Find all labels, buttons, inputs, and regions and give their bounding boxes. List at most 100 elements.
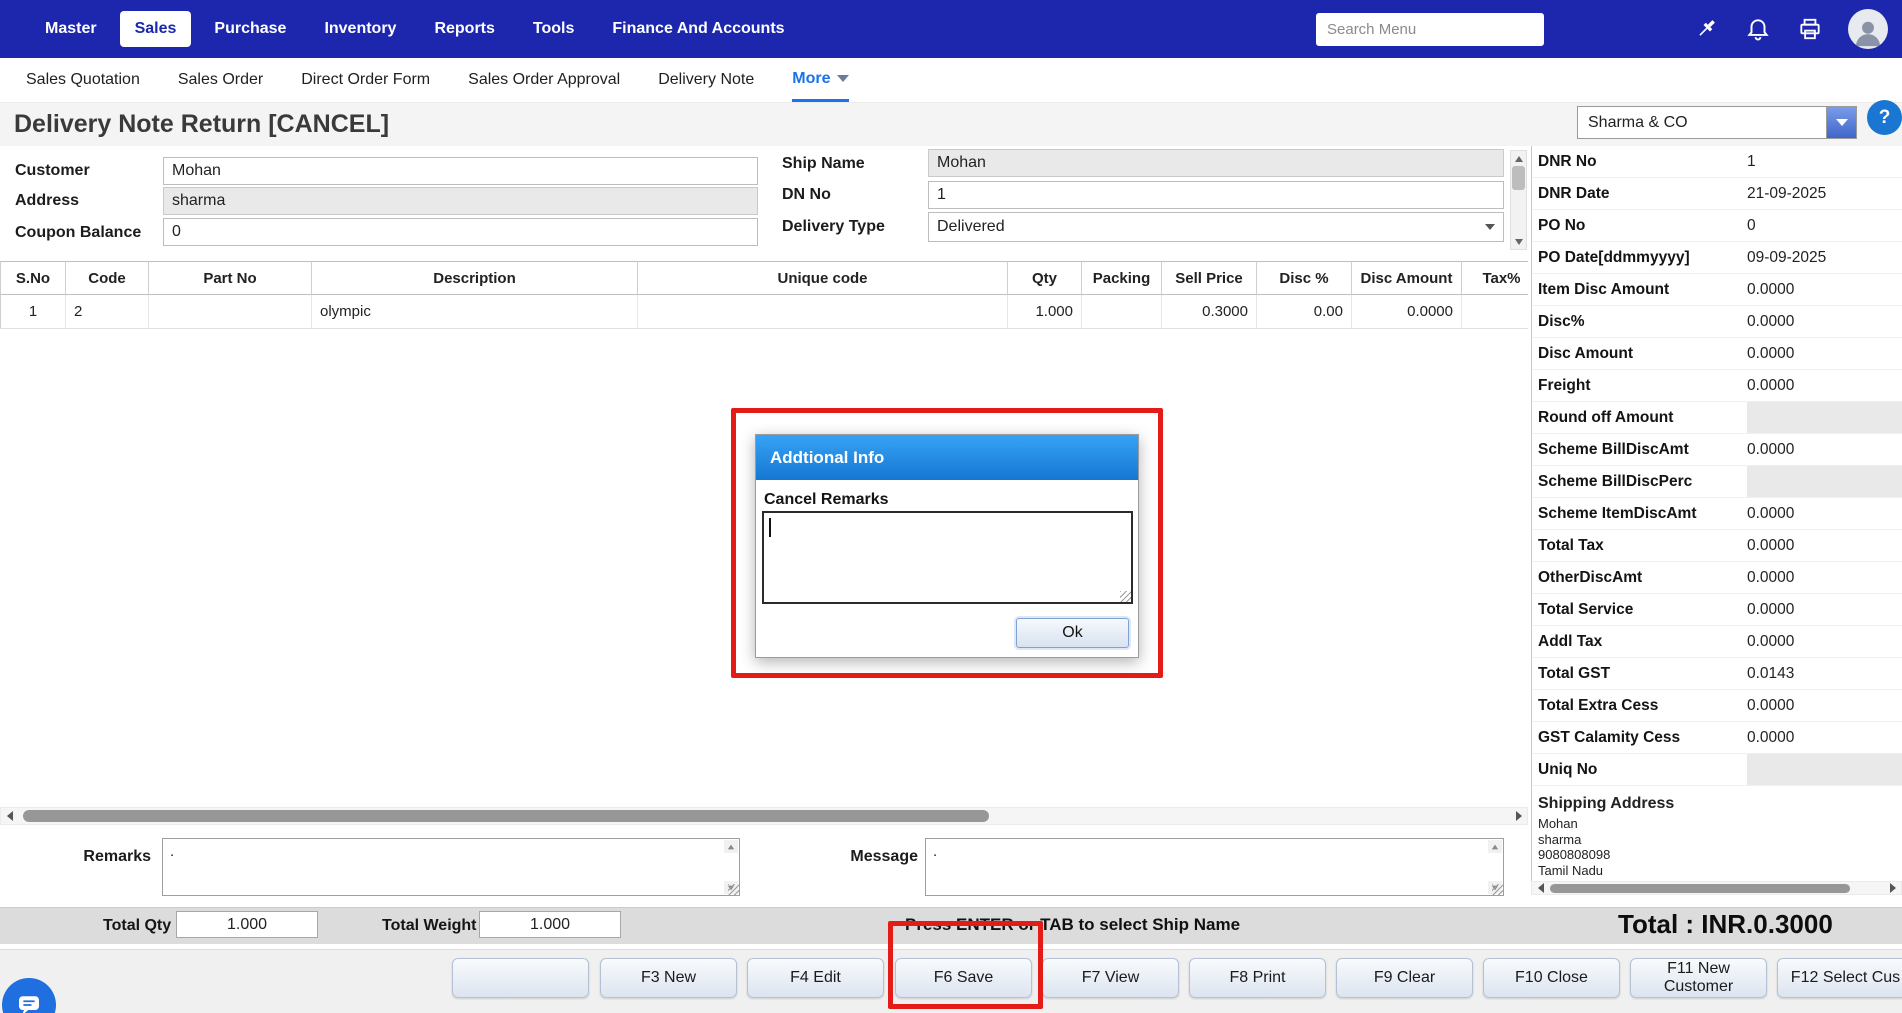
f4-edit-button[interactable]: F4 Edit	[747, 958, 884, 998]
subnav-sales-order[interactable]: Sales Order	[178, 58, 263, 102]
blank-button[interactable]	[452, 958, 589, 998]
printer-icon[interactable]	[1796, 15, 1824, 43]
chevron-down-icon	[837, 75, 849, 82]
message-textarea[interactable]: .	[925, 838, 1504, 896]
search-input[interactable]	[1316, 13, 1544, 46]
side-panel-row: Disc%0.0000	[1532, 306, 1902, 338]
col-part-no: Part No	[149, 261, 312, 295]
dn-no-input[interactable]: 1	[928, 181, 1504, 209]
f8-print-button[interactable]: F8 Print	[1189, 958, 1326, 998]
total-qty-input[interactable]: 1.000	[176, 911, 318, 938]
scroll-left-icon[interactable]	[1532, 882, 1549, 894]
nav-item-reports[interactable]: Reports	[419, 11, 509, 47]
f3-new-button[interactable]: F3 New	[600, 958, 737, 998]
form-vertical-scrollbar[interactable]	[1510, 150, 1527, 250]
f10-close-button[interactable]: F10 Close	[1483, 958, 1620, 998]
resize-grip-icon[interactable]	[1120, 591, 1131, 602]
help-glyph: ?	[1879, 107, 1891, 129]
nav-item-purchase[interactable]: Purchase	[199, 11, 301, 47]
side-panel-label: Round off Amount	[1532, 402, 1747, 433]
coupon-balance-value: 0	[172, 223, 181, 241]
company-select[interactable]: Sharma & CO	[1577, 106, 1857, 139]
side-panel-row: GST Calamity Cess0.0000	[1532, 722, 1902, 754]
side-panel-row: PO No0	[1532, 210, 1902, 242]
delivery-type-select[interactable]: Delivered	[928, 212, 1504, 242]
nav-item-tools[interactable]: Tools	[518, 11, 589, 47]
resize-grip-icon[interactable]	[728, 884, 739, 895]
side-panel-value	[1747, 466, 1902, 497]
side-panel-label: Scheme ItemDiscAmt	[1532, 498, 1747, 529]
nav-item-master[interactable]: Master	[30, 11, 112, 47]
scroll-up-icon[interactable]	[724, 840, 738, 853]
horizontal-scroll-thumb[interactable]	[1550, 884, 1850, 893]
side-panel-value: 0.0000	[1747, 338, 1902, 369]
user-avatar[interactable]	[1848, 9, 1888, 49]
scroll-right-icon[interactable]	[1884, 882, 1901, 894]
side-panel-row: Total GST0.0143	[1532, 658, 1902, 690]
side-panel-horizontal-scrollbar[interactable]	[1531, 881, 1902, 895]
scroll-left-icon[interactable]	[1, 808, 18, 824]
customer-input[interactable]: Mohan	[163, 157, 758, 185]
vertical-scroll-thumb[interactable]	[1512, 166, 1525, 190]
dialog-title: Addtional Info	[756, 435, 1138, 480]
subnav-sales-quotation[interactable]: Sales Quotation	[26, 58, 140, 102]
subnav-delivery-note[interactable]: Delivery Note	[658, 58, 754, 102]
total-weight-value: 1.000	[530, 916, 570, 934]
scroll-right-icon[interactable]	[1510, 808, 1527, 824]
address-input[interactable]: sharma	[163, 187, 758, 215]
cell-unique-code	[638, 295, 1008, 329]
cell-part-no	[149, 295, 312, 329]
side-panel-label: Item Disc Amount	[1532, 274, 1747, 305]
f9-clear-button[interactable]: F9 Clear	[1336, 958, 1473, 998]
ok-button[interactable]: Ok	[1016, 618, 1129, 648]
summary-side-panel: DNR No1 DNR Date21-09-2025 PO No0 PO Dat…	[1531, 146, 1902, 894]
scroll-up-icon[interactable]	[1511, 151, 1526, 166]
nav-item-finance-and-accounts[interactable]: Finance And Accounts	[597, 11, 799, 47]
horizontal-scroll-thumb[interactable]	[23, 810, 989, 822]
total-qty-value: 1.000	[227, 916, 267, 934]
subnav-direct-order-form[interactable]: Direct Order Form	[301, 58, 430, 102]
cell-tax-pct	[1462, 295, 1528, 329]
side-panel-row: Total Service0.0000	[1532, 594, 1902, 626]
top-nav: Master Sales Purchase Inventory Reports …	[0, 0, 1902, 58]
sales-sub-nav: Sales Quotation Sales Order Direct Order…	[0, 58, 1902, 103]
cancel-remarks-textarea[interactable]	[762, 511, 1133, 604]
side-panel-label: GST Calamity Cess	[1532, 722, 1747, 753]
table-row[interactable]: 1 2 olympic 1.000 0.3000 0.00 0.0000	[0, 295, 1528, 329]
nav-item-sales[interactable]: Sales	[120, 11, 192, 47]
shipping-line: Tamil Nadu	[1532, 863, 1902, 879]
shipping-line: 9080808098	[1532, 847, 1902, 863]
side-panel-row: Total Tax0.0000	[1532, 530, 1902, 562]
f7-view-button[interactable]: F7 View	[1042, 958, 1179, 998]
ship-name-value: Mohan	[937, 154, 986, 172]
subnav-more[interactable]: More	[792, 58, 849, 102]
pin-icon[interactable]	[1692, 15, 1720, 43]
subnav-sales-order-approval[interactable]: Sales Order Approval	[468, 58, 620, 102]
items-table: S.No Code Part No Description Unique cod…	[0, 261, 1528, 329]
side-panel-value: 0.0000	[1747, 498, 1902, 529]
f6-save-button[interactable]: F6 Save	[895, 958, 1032, 998]
items-table-header: S.No Code Part No Description Unique cod…	[0, 261, 1528, 295]
side-panel-label: Disc Amount	[1532, 338, 1747, 369]
nav-item-inventory[interactable]: Inventory	[309, 11, 411, 47]
total-weight-input[interactable]: 1.000	[479, 911, 621, 938]
f12-select-customer-button[interactable]: F12 Select Cus	[1777, 958, 1902, 998]
resize-grip-icon[interactable]	[1492, 884, 1503, 895]
side-panel-label: Disc%	[1532, 306, 1747, 337]
ship-name-input[interactable]: Mohan	[928, 149, 1504, 177]
cell-qty: 1.000	[1008, 295, 1082, 329]
remarks-textarea[interactable]: .	[162, 838, 740, 896]
remarks-label: Remarks	[66, 848, 151, 866]
scroll-down-icon[interactable]	[1511, 234, 1526, 249]
scroll-up-icon[interactable]	[1488, 840, 1502, 853]
coupon-balance-input[interactable]: 0	[163, 218, 758, 246]
top-icon-group	[1692, 9, 1888, 49]
side-panel-value: 0.0143	[1747, 658, 1902, 689]
help-icon[interactable]: ?	[1867, 100, 1902, 135]
company-select-button[interactable]	[1826, 107, 1856, 138]
f11-new-customer-button[interactable]: F11 New Customer	[1630, 958, 1767, 998]
subnav-more-label: More	[792, 70, 830, 88]
main-horizontal-scrollbar[interactable]	[0, 807, 1528, 825]
additional-info-dialog: Addtional Info Cancel Remarks Ok	[755, 434, 1139, 658]
bell-icon[interactable]	[1744, 15, 1772, 43]
